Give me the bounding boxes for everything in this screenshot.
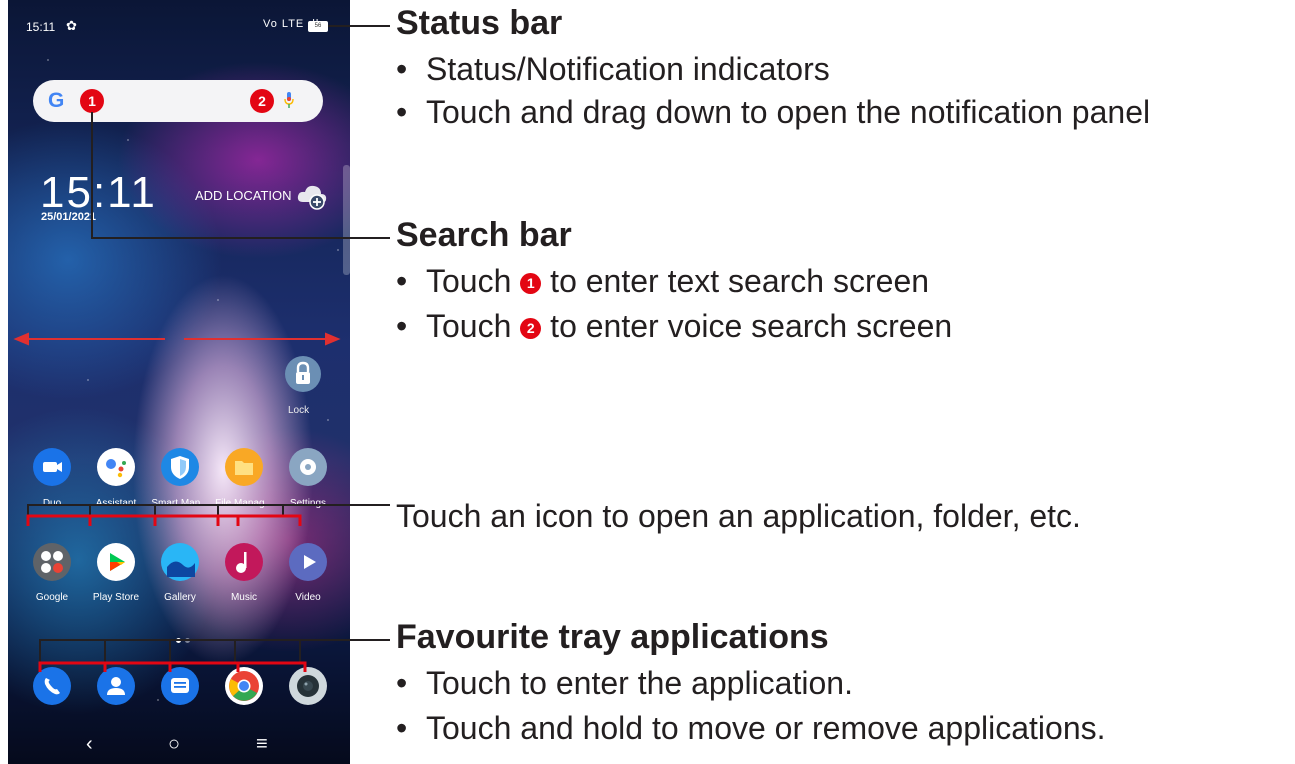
search-bar-heading: Search bar <box>396 216 572 254</box>
status-bar-bullet-2: • Touch and drag down to open the notific… <box>396 94 1151 130</box>
search-bar-bullet-1: • Touch 1 to enter text search screen <box>396 263 930 299</box>
callout-number-2: 2 <box>520 318 542 339</box>
apps-note: Touch an icon to open an application, fo… <box>396 498 1081 534</box>
status-bar-bullet-1: • Status/Notification indicators <box>396 51 830 87</box>
tray-heading: Favourite tray applications <box>396 618 829 656</box>
status-bar-heading: Status bar <box>396 4 563 42</box>
tray-bullet-1: • Touch to enter the application. <box>396 665 853 701</box>
tray-bullet-2: • Touch and hold to move or remove applic… <box>396 710 1106 746</box>
search-bar-bullet-2: • Touch 2 to enter voice search screen <box>396 308 953 344</box>
callout-number-1: 1 <box>520 273 542 294</box>
